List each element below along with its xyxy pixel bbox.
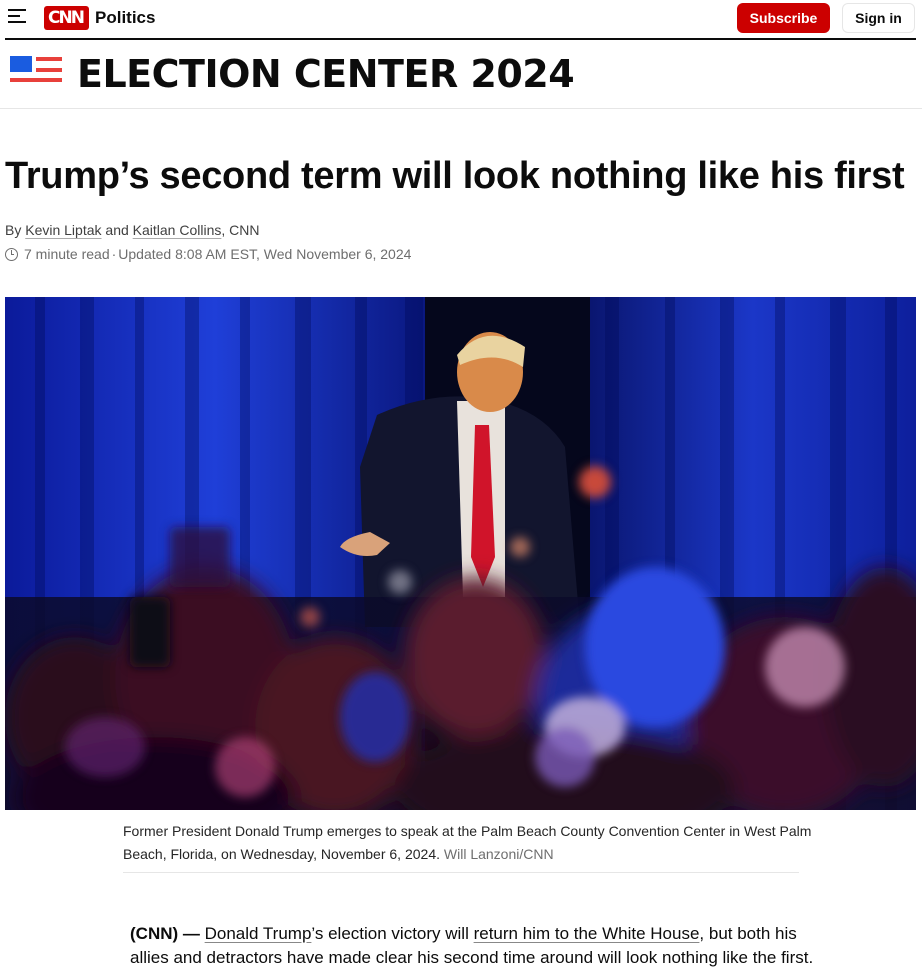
article-headline: Trump’s second term will look nothing li… [5,155,905,197]
section-politics-link[interactable]: Politics [95,8,155,28]
caption-divider [123,872,799,873]
author-link-kevin-liptak[interactable]: Kevin Liptak [25,222,101,238]
photo-credit: Will Lanzoni/CNN [443,846,554,862]
byline-suffix: , CNN [221,222,260,238]
lead-photo[interactable] [5,297,916,810]
link-donald-trump[interactable]: Donald Trump [205,924,312,943]
subscribe-button[interactable]: Subscribe [737,3,830,33]
photo-caption: Former President Donald Trump emerges to… [123,820,813,866]
dateline: (CNN) — [130,924,200,943]
paragraph-text-1: ’s election victory will [311,924,474,943]
meta-separator: · [111,246,117,262]
sign-in-button[interactable]: Sign in [842,3,915,33]
election-center-banner: ELECTION CENTER 2024 [0,40,922,109]
author-link-kaitlan-collins[interactable]: Kaitlan Collins [133,222,222,238]
byline: By Kevin Liptak and Kaitlan Collins, CNN [5,221,260,239]
lead-photo-illustration [5,297,916,810]
menu-icon[interactable] [8,9,26,25]
clock-icon [5,247,18,261]
updated-timestamp: Updated 8:08 AM EST, Wed November 6, 202… [118,246,412,262]
cnn-logo[interactable]: CNN [44,6,89,30]
byline-and: and [101,222,133,238]
us-flag-icon [10,56,62,82]
article-meta: 7 minute read · Updated 8:08 AM EST, Wed… [5,245,411,263]
top-nav: CNN Politics Subscribe Sign in [0,0,922,38]
cnn-logo-mark[interactable]: CNN [44,6,89,30]
link-return-white-house[interactable]: return him to the White House [474,924,700,943]
article-paragraph: (CNN) — Donald Trump’s election victory … [130,922,820,970]
read-time: 7 minute read [24,246,110,262]
byline-prefix: By [5,222,26,238]
banner-title[interactable]: ELECTION CENTER 2024 [77,52,575,96]
